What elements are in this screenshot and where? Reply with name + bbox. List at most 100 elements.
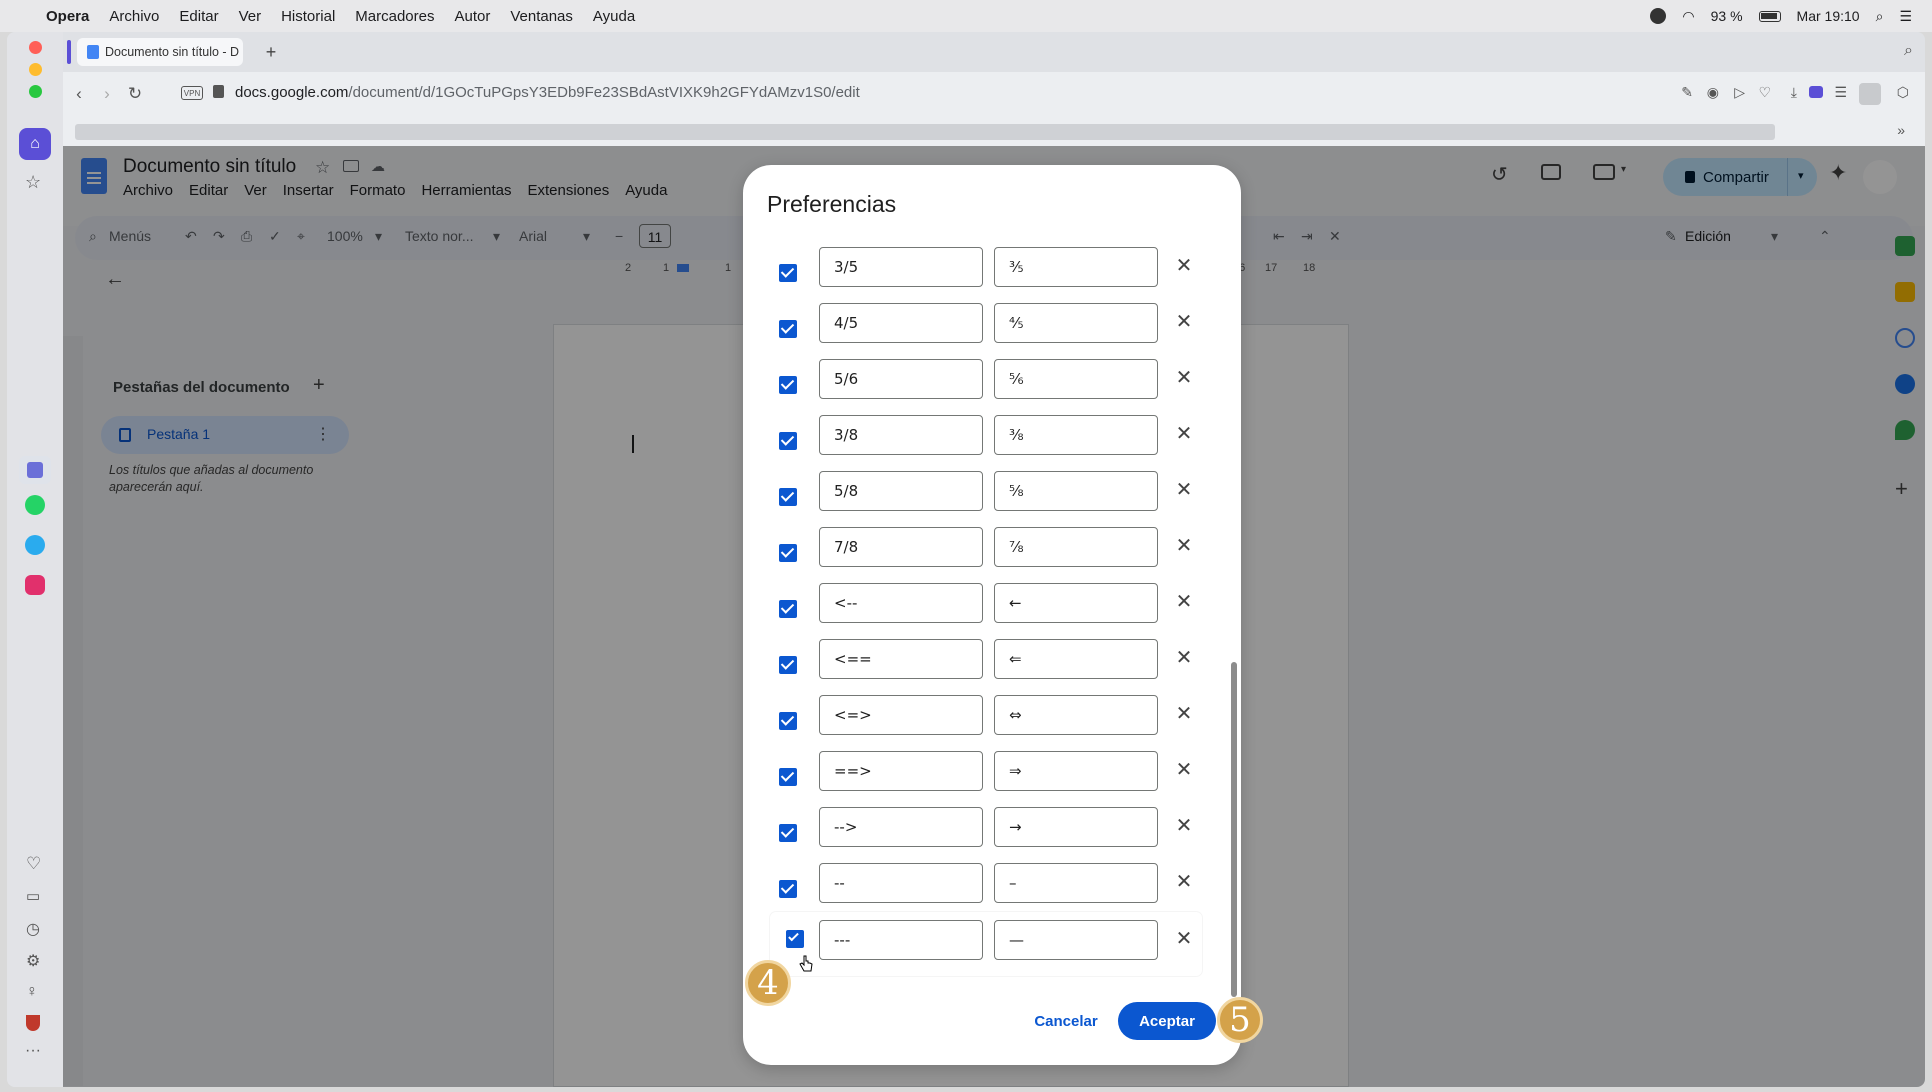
remove-row-icon[interactable]: ✕ xyxy=(1172,813,1196,837)
with-field[interactable]: ⅜ xyxy=(994,415,1158,455)
remove-row-icon[interactable]: ✕ xyxy=(1172,309,1196,333)
accept-button[interactable]: Aceptar xyxy=(1118,1002,1216,1040)
replace-field[interactable]: 7/8 xyxy=(819,527,983,567)
download-icon[interactable]: ⤓ xyxy=(1791,84,1797,101)
remove-row-icon[interactable]: ✕ xyxy=(1172,365,1196,389)
replace-field[interactable]: 5/6 xyxy=(819,359,983,399)
substitution-checkbox[interactable] xyxy=(779,432,797,450)
tabs-icon[interactable]: ▭ xyxy=(26,887,40,905)
more-icon[interactable]: ··· xyxy=(25,1042,41,1060)
pinboards-icon[interactable]: ☆ xyxy=(25,172,41,193)
remove-row-icon[interactable]: ✕ xyxy=(1172,253,1196,277)
battery-icon[interactable] xyxy=(1758,10,1781,22)
edit-icon[interactable]: ✎ xyxy=(1681,84,1693,101)
with-field[interactable]: ⅗ xyxy=(994,247,1158,287)
remove-row-icon[interactable]: ✕ xyxy=(1172,926,1196,950)
substitution-checkbox[interactable] xyxy=(779,712,797,730)
with-field[interactable]: – xyxy=(994,863,1158,903)
lightbulb-icon[interactable]: ♀ xyxy=(26,983,38,1001)
menu-item-historial[interactable]: Historial xyxy=(281,8,335,25)
back-icon[interactable]: ‹ xyxy=(67,82,91,106)
whatsapp-icon[interactable] xyxy=(25,495,45,515)
substitution-checkbox[interactable] xyxy=(779,768,797,786)
with-field[interactable]: — xyxy=(994,920,1158,960)
remove-row-icon[interactable]: ✕ xyxy=(1172,701,1196,725)
dialog-scrollbar[interactable] xyxy=(1231,662,1237,997)
with-field[interactable]: ⇒ xyxy=(994,751,1158,791)
cancel-button[interactable]: Cancelar xyxy=(1022,1002,1110,1040)
replace-field[interactable]: --> xyxy=(819,807,983,847)
minimize-window-button[interactable] xyxy=(29,63,42,76)
camera-icon[interactable]: ◉ xyxy=(1707,84,1719,101)
status-dot-icon[interactable] xyxy=(1650,8,1667,24)
replace-field[interactable]: ==> xyxy=(819,751,983,791)
with-field[interactable]: ⇐ xyxy=(994,639,1158,679)
with-field[interactable]: ← xyxy=(994,583,1158,623)
substitution-checkbox[interactable] xyxy=(779,488,797,506)
with-field[interactable]: ⅞ xyxy=(994,527,1158,567)
heart-icon[interactable]: ♡ xyxy=(26,854,41,874)
replace-field[interactable]: <=> xyxy=(819,695,983,735)
menu-item-ver[interactable]: Ver xyxy=(239,8,262,25)
tab-search-icon[interactable]: ⌕ xyxy=(1904,42,1913,60)
replace-field[interactable]: 4/5 xyxy=(819,303,983,343)
replace-field[interactable]: <-- xyxy=(819,583,983,623)
heart-bookmark-icon[interactable]: ♡ xyxy=(1758,84,1771,101)
menu-item-ayuda[interactable]: Ayuda xyxy=(593,8,635,25)
remove-row-icon[interactable]: ✕ xyxy=(1172,757,1196,781)
wifi-icon[interactable]: ◠ xyxy=(1682,8,1694,25)
substitution-checkbox[interactable] xyxy=(779,656,797,674)
more-bookmarks-icon[interactable]: » xyxy=(1897,122,1905,138)
settings-icon[interactable]: ⚙ xyxy=(26,951,40,971)
remove-row-icon[interactable]: ✕ xyxy=(1172,421,1196,445)
vpn-shield-icon[interactable] xyxy=(26,1015,40,1031)
substitution-checkbox[interactable] xyxy=(779,320,797,338)
substitution-checkbox[interactable] xyxy=(779,544,797,562)
browser-tab[interactable]: Documento sin título - D xyxy=(77,38,243,66)
play-icon[interactable]: ▷ xyxy=(1734,84,1745,101)
substitution-checkbox[interactable] xyxy=(779,376,797,394)
replace-field[interactable]: <== xyxy=(819,639,983,679)
close-window-button[interactable] xyxy=(29,41,42,54)
remove-row-icon[interactable]: ✕ xyxy=(1172,477,1196,501)
url-field[interactable]: docs.google.com/document/d/1GOcTuPGpsY3E… xyxy=(235,84,860,101)
with-field[interactable]: → xyxy=(994,807,1158,847)
replace-field[interactable]: 5/8 xyxy=(819,471,983,511)
menu-item-editar[interactable]: Editar xyxy=(179,8,218,25)
substitution-checkbox[interactable] xyxy=(779,880,797,898)
substitution-checkbox[interactable] xyxy=(786,930,804,948)
remove-row-icon[interactable]: ✕ xyxy=(1172,645,1196,669)
remove-row-icon[interactable]: ✕ xyxy=(1172,869,1196,893)
search-icon[interactable]: ⌕ xyxy=(1876,8,1884,25)
with-field[interactable]: ⅚ xyxy=(994,359,1158,399)
menu-item-autor[interactable]: Autor xyxy=(454,8,490,25)
instagram-icon[interactable] xyxy=(25,575,45,595)
history-icon[interactable]: ◷ xyxy=(26,919,40,939)
substitution-checkbox[interactable] xyxy=(779,264,797,282)
home-icon[interactable]: ⌂ xyxy=(19,128,51,160)
with-field[interactable]: ⅘ xyxy=(994,303,1158,343)
substitution-checkbox[interactable] xyxy=(779,600,797,618)
new-tab-button[interactable]: + xyxy=(259,38,283,66)
replace-field[interactable]: 3/5 xyxy=(819,247,983,287)
zoom-window-button[interactable] xyxy=(29,85,42,98)
control-center-icon[interactable]: ☰ xyxy=(1899,8,1912,25)
extension-icon[interactable] xyxy=(1809,86,1823,98)
reload-icon[interactable]: ↻ xyxy=(123,82,147,106)
remove-row-icon[interactable]: ✕ xyxy=(1172,533,1196,557)
menu-item-marcadores[interactable]: Marcadores xyxy=(355,8,434,25)
aria-icon[interactable] xyxy=(19,456,51,484)
replace-field[interactable]: --- xyxy=(819,920,983,960)
vpn-badge-icon[interactable]: VPN xyxy=(181,86,203,100)
profile-icon[interactable] xyxy=(1859,83,1881,105)
menu-item-archivo[interactable]: Archivo xyxy=(109,8,159,25)
with-field[interactable]: ⅝ xyxy=(994,471,1158,511)
menu-item-ventanas[interactable]: Ventanas xyxy=(510,8,573,25)
clock[interactable]: Mar 19:10 xyxy=(1797,8,1860,24)
replace-field[interactable]: 3/8 xyxy=(819,415,983,455)
easy-setup-icon[interactable]: ☰ xyxy=(1834,84,1847,101)
substitution-checkbox[interactable] xyxy=(779,824,797,842)
telegram-icon[interactable] xyxy=(25,535,45,555)
replace-field[interactable]: -- xyxy=(819,863,983,903)
forward-icon[interactable]: › xyxy=(95,82,119,106)
